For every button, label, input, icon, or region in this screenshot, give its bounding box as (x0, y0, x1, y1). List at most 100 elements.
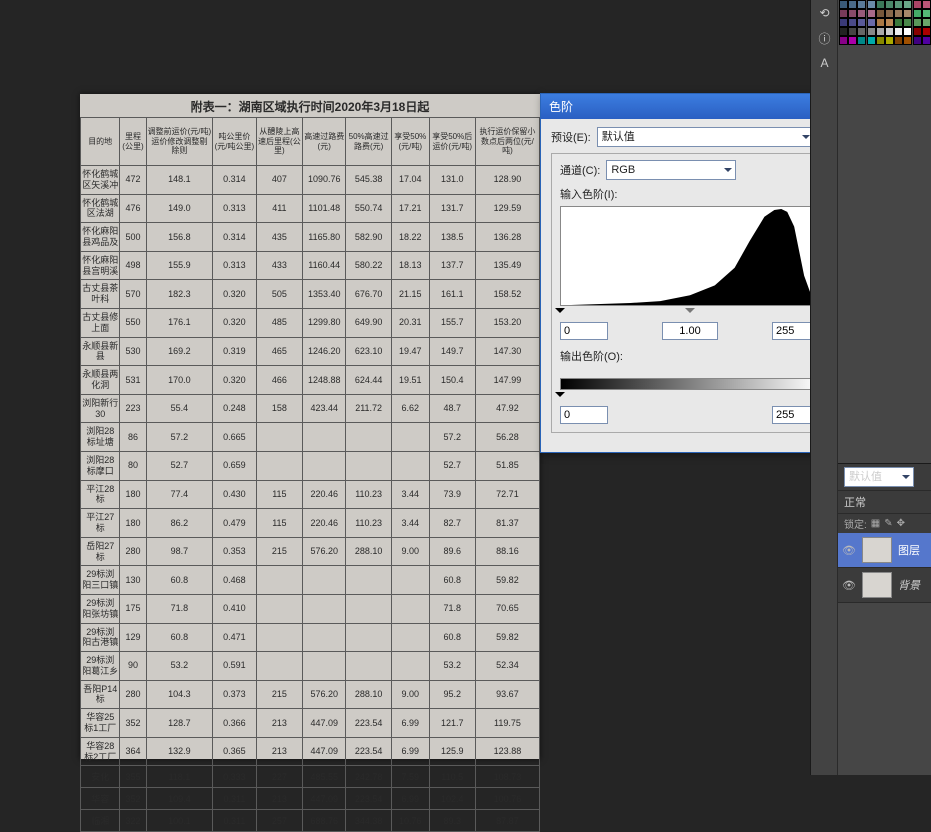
table-cell: 169.2 (146, 337, 213, 366)
swatch[interactable] (839, 36, 848, 45)
info-icon[interactable]: ⓘ (812, 26, 837, 50)
table-row: 古丈县修上面550176.10.3204851299.80649.9020.31… (81, 308, 540, 337)
table-cell: 688.76 (303, 810, 346, 832)
table-cell: 161.1 (429, 280, 475, 309)
input-slider[interactable] (560, 308, 820, 318)
swatch[interactable] (867, 0, 876, 9)
lock-pixels-icon[interactable]: ▦ (871, 518, 880, 529)
lock-move-icon[interactable]: ✥ (897, 518, 905, 529)
table-cell: 72.71 (475, 480, 539, 509)
swatch[interactable] (848, 36, 857, 45)
swatch[interactable] (848, 27, 857, 36)
swatch[interactable] (894, 9, 903, 18)
table-row: 浏阳28标址塘8657.20.66557.256.28 (81, 423, 540, 452)
table-cell: 浏阳28标摩口 (81, 451, 120, 480)
swatch[interactable] (839, 9, 848, 18)
table-cell: 1246.20 (303, 337, 346, 366)
swatch[interactable] (876, 27, 885, 36)
input-black-field[interactable] (560, 322, 608, 340)
table-cell: 123.88 (475, 737, 539, 766)
table-cell: 0.333 (213, 766, 256, 788)
preset-dropdown[interactable]: 默认值 (597, 127, 814, 147)
swatch[interactable] (913, 9, 922, 18)
swatch[interactable] (857, 27, 866, 36)
swatch[interactable] (894, 36, 903, 45)
swatch[interactable] (876, 36, 885, 45)
swatch[interactable] (885, 27, 894, 36)
layer-name[interactable]: 背景 (898, 577, 920, 593)
layer-thumbnail[interactable] (862, 537, 892, 563)
swatch[interactable] (922, 0, 931, 9)
table-cell: 0.410 (213, 594, 256, 623)
table-cell: 322 (120, 810, 146, 832)
table-cell: 1090.76 (303, 166, 346, 195)
swatch[interactable] (876, 0, 885, 9)
lock-brush-icon[interactable]: ✎ (884, 518, 892, 529)
swatch[interactable] (922, 27, 931, 36)
swatch[interactable] (885, 36, 894, 45)
table-cell (303, 566, 346, 595)
swatch[interactable] (857, 9, 866, 18)
swatch[interactable] (894, 18, 903, 27)
output-black-field[interactable] (560, 406, 608, 424)
swatch[interactable] (913, 36, 922, 45)
swatch[interactable] (922, 18, 931, 27)
swatch[interactable] (913, 18, 922, 27)
table-cell: 17.04 (392, 166, 430, 195)
swatch[interactable] (903, 27, 912, 36)
swatch[interactable] (894, 27, 903, 36)
visibility-icon[interactable]: 👁 (842, 544, 856, 557)
document-image[interactable]: 附表一：湖南区域执行时间2020年3月18日起 目的地里程(公里)调整前运价(元… (80, 94, 540, 759)
swatch[interactable] (922, 9, 931, 18)
swatch[interactable] (876, 9, 885, 18)
swatch[interactable] (867, 36, 876, 45)
swatch[interactable] (867, 18, 876, 27)
adjust-dropdown[interactable]: 默认值 (844, 467, 914, 487)
swatch[interactable] (913, 0, 922, 9)
table-cell: 407 (256, 166, 303, 195)
table-cell: 465 (256, 337, 303, 366)
swatch[interactable] (903, 18, 912, 27)
table-cell: 71.8 (429, 594, 475, 623)
swatch[interactable] (839, 18, 848, 27)
swatch[interactable] (903, 36, 912, 45)
swatch[interactable] (894, 0, 903, 9)
input-gamma-field[interactable] (662, 322, 718, 340)
swatch[interactable] (848, 18, 857, 27)
swatch[interactable] (848, 9, 857, 18)
swatch[interactable] (857, 36, 866, 45)
layer-thumbnail[interactable] (862, 572, 892, 598)
table-row: 29标浏阳葛江乡9053.20.59153.252.34 (81, 652, 540, 681)
swatch[interactable] (922, 36, 931, 45)
swatch[interactable] (885, 9, 894, 18)
table-row: 华容25标1工厂352128.70.366213447.09223.546.99… (81, 709, 540, 738)
swatch[interactable] (885, 18, 894, 27)
swatch[interactable] (839, 0, 848, 9)
swatch[interactable] (876, 18, 885, 27)
midtone-handle[interactable] (685, 308, 695, 318)
table-row: 浏阳新行3022355.40.248158423.44211.726.6248.… (81, 394, 540, 423)
layer-item[interactable]: 👁 背景 (838, 568, 931, 603)
table-cell: 0.479 (213, 509, 256, 538)
swatch[interactable] (867, 27, 876, 36)
layer-item[interactable]: 👁 图层 (838, 533, 931, 568)
swatch[interactable] (885, 0, 894, 9)
swatch[interactable] (857, 0, 866, 9)
swatch[interactable] (848, 0, 857, 9)
table-cell: 135.49 (475, 251, 539, 280)
swatch[interactable] (903, 9, 912, 18)
black-point-handle[interactable] (555, 308, 565, 318)
layer-name[interactable]: 图层 (898, 542, 920, 558)
swatch[interactable] (857, 18, 866, 27)
channel-dropdown[interactable]: RGB (606, 160, 736, 180)
history-icon[interactable]: ⟲ (812, 1, 837, 25)
out-black-handle[interactable] (555, 392, 565, 402)
swatch[interactable] (913, 27, 922, 36)
visibility-icon[interactable]: 👁 (842, 579, 856, 592)
output-slider[interactable] (560, 392, 820, 402)
swatch[interactable] (867, 9, 876, 18)
char-icon[interactable]: A (812, 51, 837, 75)
swatch[interactable] (903, 0, 912, 9)
swatch[interactable] (839, 27, 848, 36)
blend-mode-dropdown[interactable]: 正常 (844, 494, 866, 510)
